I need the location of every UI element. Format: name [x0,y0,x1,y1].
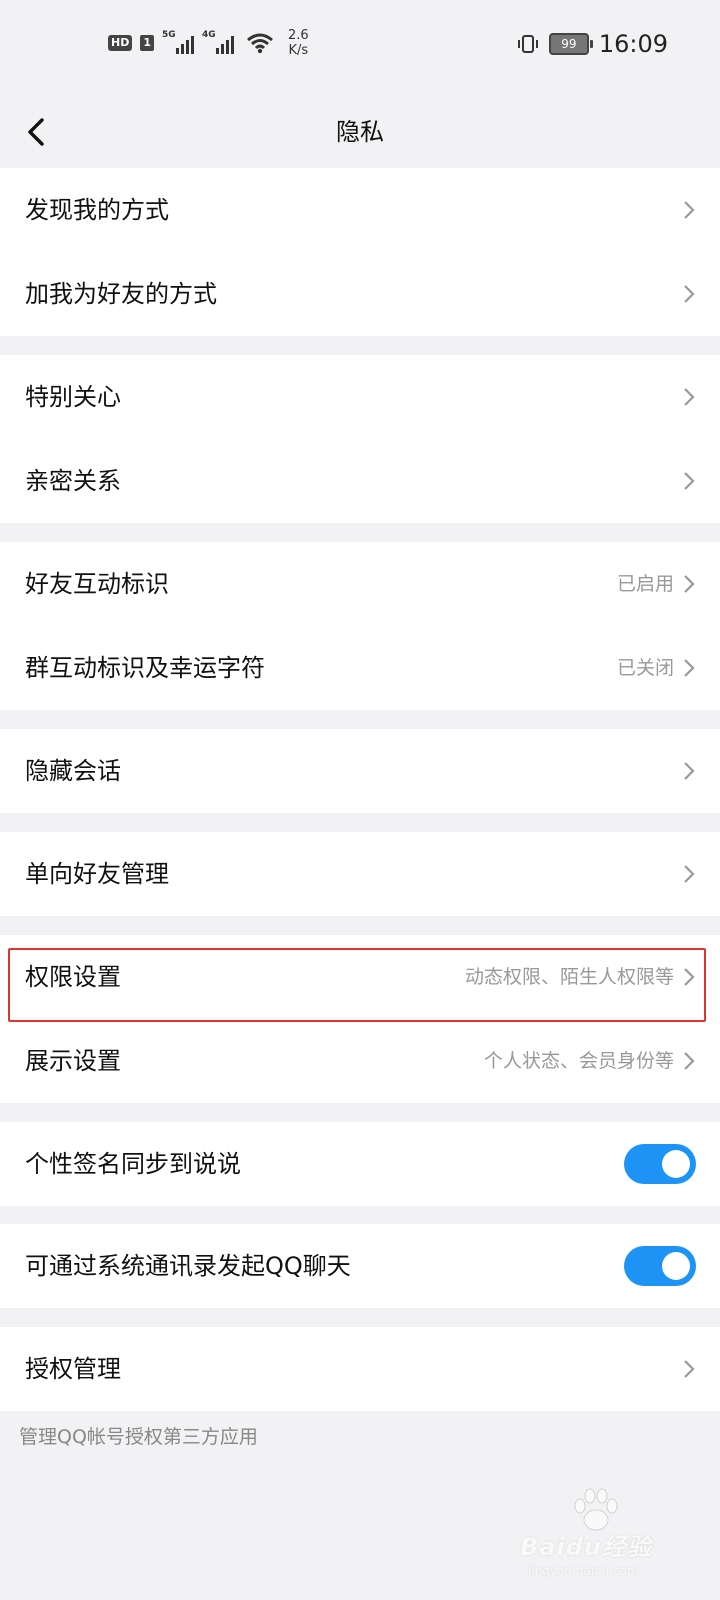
settings-group-authorization: 授权管理 [0,1327,720,1411]
signature-sync-toggle[interactable] [624,1144,696,1184]
row-find-me-method[interactable]: 发现我的方式 [0,168,720,252]
net-5g-label: 5G [162,30,176,40]
chevron-right-icon [684,1052,695,1070]
row-contacts-qq-chat: 可通过系统通讯录发起QQ聊天 [0,1224,720,1308]
row-label: 授权管理 [25,1355,121,1383]
chevron-right-icon [684,659,695,677]
watermark-subtext: jingyan.baidu.com [528,1564,639,1578]
row-label: 群互动标识及幸运字符 [25,654,265,682]
chevron-right-icon [684,201,695,219]
chevron-right-icon [684,472,695,490]
row-label: 个性签名同步到说说 [25,1150,241,1178]
chevron-right-icon [684,1360,695,1378]
settings-group-signature-sync: 个性签名同步到说说 [0,1122,720,1206]
network-speed: 2.6 K/s [288,28,309,58]
wifi-icon [247,33,273,54]
settings-group-contacts-chat: 可通过系统通讯录发起QQ聊天 [0,1224,720,1308]
row-add-friend-method[interactable]: 加我为好友的方式 [0,252,720,336]
row-label: 可通过系统通讯录发起QQ聊天 [25,1252,351,1280]
row-label: 好友互动标识 [25,570,169,598]
row-value: 个人状态、会员身份等 [483,1050,674,1072]
row-friend-interaction-badge[interactable]: 好友互动标识 已启用 [0,542,720,626]
settings-group-oneway: 单向好友管理 [0,832,720,916]
row-value: 已启用 [616,573,674,595]
row-label: 特别关心 [25,383,121,411]
toggle-knob [662,1150,690,1178]
row-authorization-management[interactable]: 授权管理 [0,1327,720,1411]
speed-value: 2.6 [288,28,309,43]
nav-bar: 隐私 [0,92,720,172]
settings-group-care: 特别关心 亲密关系 [0,355,720,523]
vibrate-icon [517,35,538,53]
row-label: 展示设置 [25,1047,121,1075]
status-left: HD 1 5G 4G 2.6 K/s [108,28,309,58]
status-time: 16:09 [598,30,668,58]
row-hidden-chats[interactable]: 隐藏会话 [0,729,720,813]
contacts-chat-toggle[interactable] [624,1246,696,1286]
row-label: 隐藏会话 [25,757,121,785]
highlight-box [8,948,706,1022]
row-label: 加我为好友的方式 [25,280,217,308]
chevron-right-icon [684,865,695,883]
speed-unit: K/s [288,43,309,58]
settings-group-discover: 发现我的方式 加我为好友的方式 [0,168,720,336]
row-display-settings[interactable]: 展示设置 个人状态、会员身份等 [0,1019,720,1103]
toggle-knob [662,1252,690,1280]
row-label: 亲密关系 [25,467,121,495]
chevron-right-icon [684,388,695,406]
row-label: 单向好友管理 [25,860,169,888]
battery-icon: 99 [548,33,593,55]
status-bar: HD 1 5G 4G 2.6 K/s 99 16:09 [0,0,720,92]
row-label: 发现我的方式 [25,196,169,224]
row-group-interaction-badge[interactable]: 群互动标识及幸运字符 已关闭 [0,626,720,710]
chevron-right-icon [684,575,695,593]
watermark-text: Baidu经验 [520,1533,652,1561]
row-signature-sync: 个性签名同步到说说 [0,1122,720,1206]
row-special-care[interactable]: 特别关心 [0,355,720,439]
row-intimate-relation[interactable]: 亲密关系 [0,439,720,523]
page-title: 隐私 [336,118,384,146]
status-right: 99 16:09 [517,30,668,58]
row-value: 已关闭 [616,657,674,679]
settings-group-interaction: 好友互动标识 已启用 群互动标识及幸运字符 已关闭 [0,542,720,710]
baidu-watermark: Baidu经验 jingyan.baidu.com [520,1480,680,1578]
chevron-right-icon [684,285,695,303]
row-one-way-friends[interactable]: 单向好友管理 [0,832,720,916]
authorization-footnote: 管理QQ帐号授权第三方应用 [19,1426,258,1448]
signal-5g-icon: 5G [162,30,194,54]
hd-badge: HD [108,35,133,51]
net-4g-label: 4G [202,30,216,40]
sim-badge: 1 [140,35,154,51]
chevron-right-icon [684,762,695,780]
signal-4g-icon: 4G [202,30,234,54]
settings-group-hidden: 隐藏会话 [0,729,720,813]
